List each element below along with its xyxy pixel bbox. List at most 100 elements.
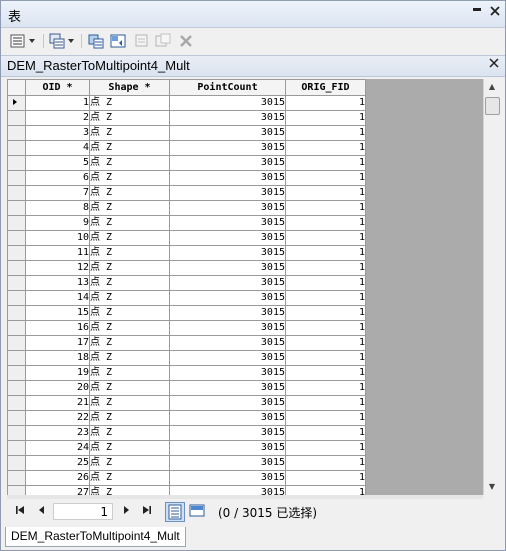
- cell-shape[interactable]: 点 Z: [89, 215, 170, 231]
- cell-pointcount[interactable]: 3015: [169, 260, 286, 276]
- column-header-orig-fid[interactable]: ORIG_FID: [285, 79, 366, 96]
- cell-oid[interactable]: 11: [25, 245, 90, 261]
- close-table-icon[interactable]: [489, 57, 499, 72]
- cell-orig-fid[interactable]: 1: [285, 95, 366, 111]
- cell-orig-fid[interactable]: 1: [285, 140, 366, 156]
- table-row[interactable]: 16 点 Z 3015 1: [7, 320, 366, 336]
- cell-oid[interactable]: 1: [25, 95, 90, 111]
- cell-shape[interactable]: 点 Z: [89, 200, 170, 216]
- first-record-icon[interactable]: [15, 505, 25, 518]
- cell-shape[interactable]: 点 Z: [89, 470, 170, 486]
- cell-pointcount[interactable]: 3015: [169, 140, 286, 156]
- cell-shape[interactable]: 点 Z: [89, 230, 170, 246]
- cell-orig-fid[interactable]: 1: [285, 305, 366, 321]
- row-selector[interactable]: [7, 455, 26, 471]
- row-selector[interactable]: [7, 470, 26, 486]
- cell-oid[interactable]: 2: [25, 110, 90, 126]
- cell-shape[interactable]: 点 Z: [89, 440, 170, 456]
- table-row[interactable]: 25 点 Z 3015 1: [7, 455, 366, 471]
- row-selector[interactable]: [7, 215, 26, 231]
- cell-pointcount[interactable]: 3015: [169, 290, 286, 306]
- table-options-button[interactable]: [10, 32, 35, 50]
- row-selector[interactable]: [7, 410, 26, 426]
- row-selector[interactable]: [7, 350, 26, 366]
- row-selector[interactable]: [7, 305, 26, 321]
- cell-orig-fid[interactable]: 1: [285, 365, 366, 381]
- table-row[interactable]: 23 点 Z 3015 1: [7, 425, 366, 441]
- table-row[interactable]: 7点 Z 3015 1: [7, 185, 366, 201]
- cell-shape[interactable]: 点 Z: [89, 425, 170, 441]
- cell-orig-fid[interactable]: 1: [285, 380, 366, 396]
- cell-pointcount[interactable]: 3015: [169, 320, 286, 336]
- table-row[interactable]: 13 点 Z 3015 1: [7, 275, 366, 291]
- switch-selection-button[interactable]: [110, 32, 126, 50]
- cell-orig-fid[interactable]: 1: [285, 125, 366, 141]
- table-row[interactable]: 8点 Z 3015 1: [7, 200, 366, 216]
- cell-pointcount[interactable]: 3015: [169, 380, 286, 396]
- table-row[interactable]: 6点 Z 3015 1: [7, 170, 366, 186]
- cell-oid[interactable]: 25: [25, 455, 90, 471]
- table-row[interactable]: 12 点 Z 3015 1: [7, 260, 366, 276]
- table-row[interactable]: 26 点 Z 3015 1: [7, 470, 366, 486]
- table-row[interactable]: 14 点 Z 3015 1: [7, 290, 366, 306]
- cell-orig-fid[interactable]: 1: [285, 395, 366, 411]
- cell-orig-fid[interactable]: 1: [285, 155, 366, 171]
- cell-oid[interactable]: 23: [25, 425, 90, 441]
- table-row[interactable]: 20 点 Z 3015 1: [7, 380, 366, 396]
- cell-oid[interactable]: 20: [25, 380, 90, 396]
- bottom-table-tab[interactable]: DEM_RasterToMultipoint4_Mult: [5, 527, 186, 547]
- cell-pointcount[interactable]: 3015: [169, 230, 286, 246]
- window-menu-icon[interactable]: [469, 5, 485, 21]
- cell-pointcount[interactable]: 3015: [169, 95, 286, 111]
- cell-pointcount[interactable]: 3015: [169, 245, 286, 261]
- cell-oid[interactable]: 15: [25, 305, 90, 321]
- cell-oid[interactable]: 4: [25, 140, 90, 156]
- cell-shape[interactable]: 点 Z: [89, 455, 170, 471]
- cell-pointcount[interactable]: 3015: [169, 440, 286, 456]
- cell-pointcount[interactable]: 3015: [169, 185, 286, 201]
- cell-oid[interactable]: 13: [25, 275, 90, 291]
- cell-shape[interactable]: 点 Z: [89, 395, 170, 411]
- show-all-records-icon[interactable]: [165, 502, 185, 522]
- row-selector[interactable]: [7, 95, 26, 111]
- cell-oid[interactable]: 9: [25, 215, 90, 231]
- cell-pointcount[interactable]: 3015: [169, 410, 286, 426]
- cell-pointcount[interactable]: 3015: [169, 200, 286, 216]
- cell-oid[interactable]: 3: [25, 125, 90, 141]
- table-row[interactable]: 19 点 Z 3015 1: [7, 365, 366, 381]
- cell-pointcount[interactable]: 3015: [169, 335, 286, 351]
- column-header-pointcount[interactable]: PointCount: [169, 79, 286, 96]
- cell-oid[interactable]: 21: [25, 395, 90, 411]
- cell-pointcount[interactable]: 3015: [169, 395, 286, 411]
- scroll-down-icon[interactable]: ▼: [484, 479, 500, 495]
- row-selector[interactable]: [7, 260, 26, 276]
- related-tables-button[interactable]: [49, 32, 74, 50]
- table-row[interactable]: 4点 Z 3015 1: [7, 140, 366, 156]
- cell-shape[interactable]: 点 Z: [89, 95, 170, 111]
- show-selected-records-icon[interactable]: [188, 502, 206, 520]
- column-header-shape[interactable]: Shape *: [89, 79, 170, 96]
- table-row[interactable]: 10 点 Z 3015 1: [7, 230, 366, 246]
- cell-oid[interactable]: 8: [25, 200, 90, 216]
- cell-orig-fid[interactable]: 1: [285, 110, 366, 126]
- table-row[interactable]: 9点 Z 3015 1: [7, 215, 366, 231]
- cell-oid[interactable]: 6: [25, 170, 90, 186]
- cell-orig-fid[interactable]: 1: [285, 200, 366, 216]
- cell-orig-fid[interactable]: 1: [285, 260, 366, 276]
- scroll-up-icon[interactable]: ▲: [484, 79, 500, 95]
- cell-pointcount[interactable]: 3015: [169, 365, 286, 381]
- cell-oid[interactable]: 26: [25, 470, 90, 486]
- cell-orig-fid[interactable]: 1: [285, 455, 366, 471]
- cell-oid[interactable]: 16: [25, 320, 90, 336]
- cell-orig-fid[interactable]: 1: [285, 440, 366, 456]
- cell-oid[interactable]: 22: [25, 410, 90, 426]
- cell-orig-fid[interactable]: 1: [285, 350, 366, 366]
- cell-oid[interactable]: 14: [25, 290, 90, 306]
- cell-pointcount[interactable]: 3015: [169, 125, 286, 141]
- table-row[interactable]: 15 点 Z 3015 1: [7, 305, 366, 321]
- select-by-attributes-button[interactable]: [88, 32, 104, 50]
- row-selector[interactable]: [7, 185, 26, 201]
- table-row[interactable]: 17 点 Z 3015 1: [7, 335, 366, 351]
- cell-pointcount[interactable]: 3015: [169, 350, 286, 366]
- cell-oid[interactable]: 5: [25, 155, 90, 171]
